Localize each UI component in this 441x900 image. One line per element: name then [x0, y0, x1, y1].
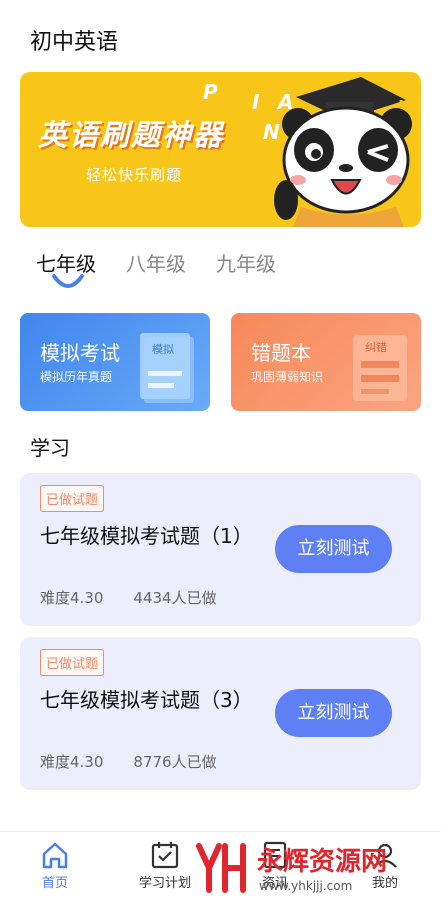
tab-grade-8[interactable]: 八年级	[126, 248, 186, 277]
panda-mascot-icon	[274, 77, 412, 227]
active-tab-indicator	[52, 274, 84, 288]
card-title: 七年级模拟考试题（1）	[40, 524, 253, 548]
done-count-text: 4434人已做	[133, 589, 217, 607]
study-card[interactable]: 已做试题 七年级模拟考试题（3） 难度4.30 8776人已做 立刻测试	[20, 637, 421, 790]
nav-study-plan[interactable]: 学习计划	[130, 840, 200, 891]
wrong-answers-card[interactable]: 错题本 巩固薄弱知识 纠错	[231, 313, 421, 411]
exam-book-icon: 模拟	[140, 333, 194, 403]
mock-exam-subtitle: 模拟历年真题	[40, 370, 113, 384]
done-badge: 已做试题	[40, 649, 105, 676]
start-test-button[interactable]: 立刻测试	[275, 689, 392, 737]
card-meta: 难度4.30 4434人已做	[40, 587, 217, 608]
banner-subtitle: 轻松快乐刷题	[86, 166, 183, 184]
nav-profile-label: 我的	[371, 876, 398, 891]
nav-news-label: 资讯	[261, 876, 288, 891]
nav-study-plan-label: 学习计划	[138, 876, 191, 891]
page-title: 初中英语	[30, 30, 119, 55]
nav-home-label: 首页	[41, 876, 68, 891]
tab-grade-9[interactable]: 九年级	[216, 248, 276, 277]
banner-title: 英语刷题神器	[38, 118, 225, 152]
home-icon	[42, 842, 68, 869]
bottom-nav: 首页 学习计划 资讯 我的	[0, 831, 441, 900]
banner-letter-p: P	[203, 80, 218, 104]
page: 初中英语 英语刷题神器 轻松快乐刷题 P I A N 七年级 八年级 九年级 模…	[0, 0, 441, 900]
mock-exam-title: 模拟考试	[40, 341, 120, 365]
correction-scroll-icon: 纠错	[353, 335, 407, 401]
difficulty-text: 难度4.30	[40, 589, 104, 607]
start-test-button[interactable]: 立刻测试	[275, 525, 392, 573]
mock-exam-card[interactable]: 模拟考试 模拟历年真题 模拟	[20, 313, 210, 411]
wrong-answers-title: 错题本	[251, 341, 311, 365]
mock-deco-label: 模拟	[152, 342, 174, 356]
profile-icon	[373, 843, 397, 868]
promo-banner[interactable]: 英语刷题神器 轻松快乐刷题 P I A N	[20, 72, 421, 227]
study-card[interactable]: 已做试题 七年级模拟考试题（1） 难度4.30 4434人已做 立刻测试	[20, 473, 421, 626]
nav-news[interactable]: 资讯	[240, 840, 310, 891]
nav-home[interactable]: 首页	[20, 840, 90, 891]
done-badge: 已做试题	[40, 485, 105, 512]
news-icon	[263, 841, 287, 869]
wrong-answers-subtitle: 巩固薄弱知识	[251, 370, 324, 384]
card-meta: 难度4.30 8776人已做	[40, 751, 217, 772]
section-title-study: 学习	[30, 436, 70, 460]
difficulty-text: 难度4.30	[40, 753, 104, 771]
done-count-text: 8776人已做	[133, 753, 217, 771]
card-title: 七年级模拟考试题（3）	[40, 688, 253, 712]
nav-profile[interactable]: 我的	[350, 840, 420, 891]
calendar-check-icon	[151, 842, 179, 869]
wrong-deco-label: 纠错	[365, 340, 387, 354]
